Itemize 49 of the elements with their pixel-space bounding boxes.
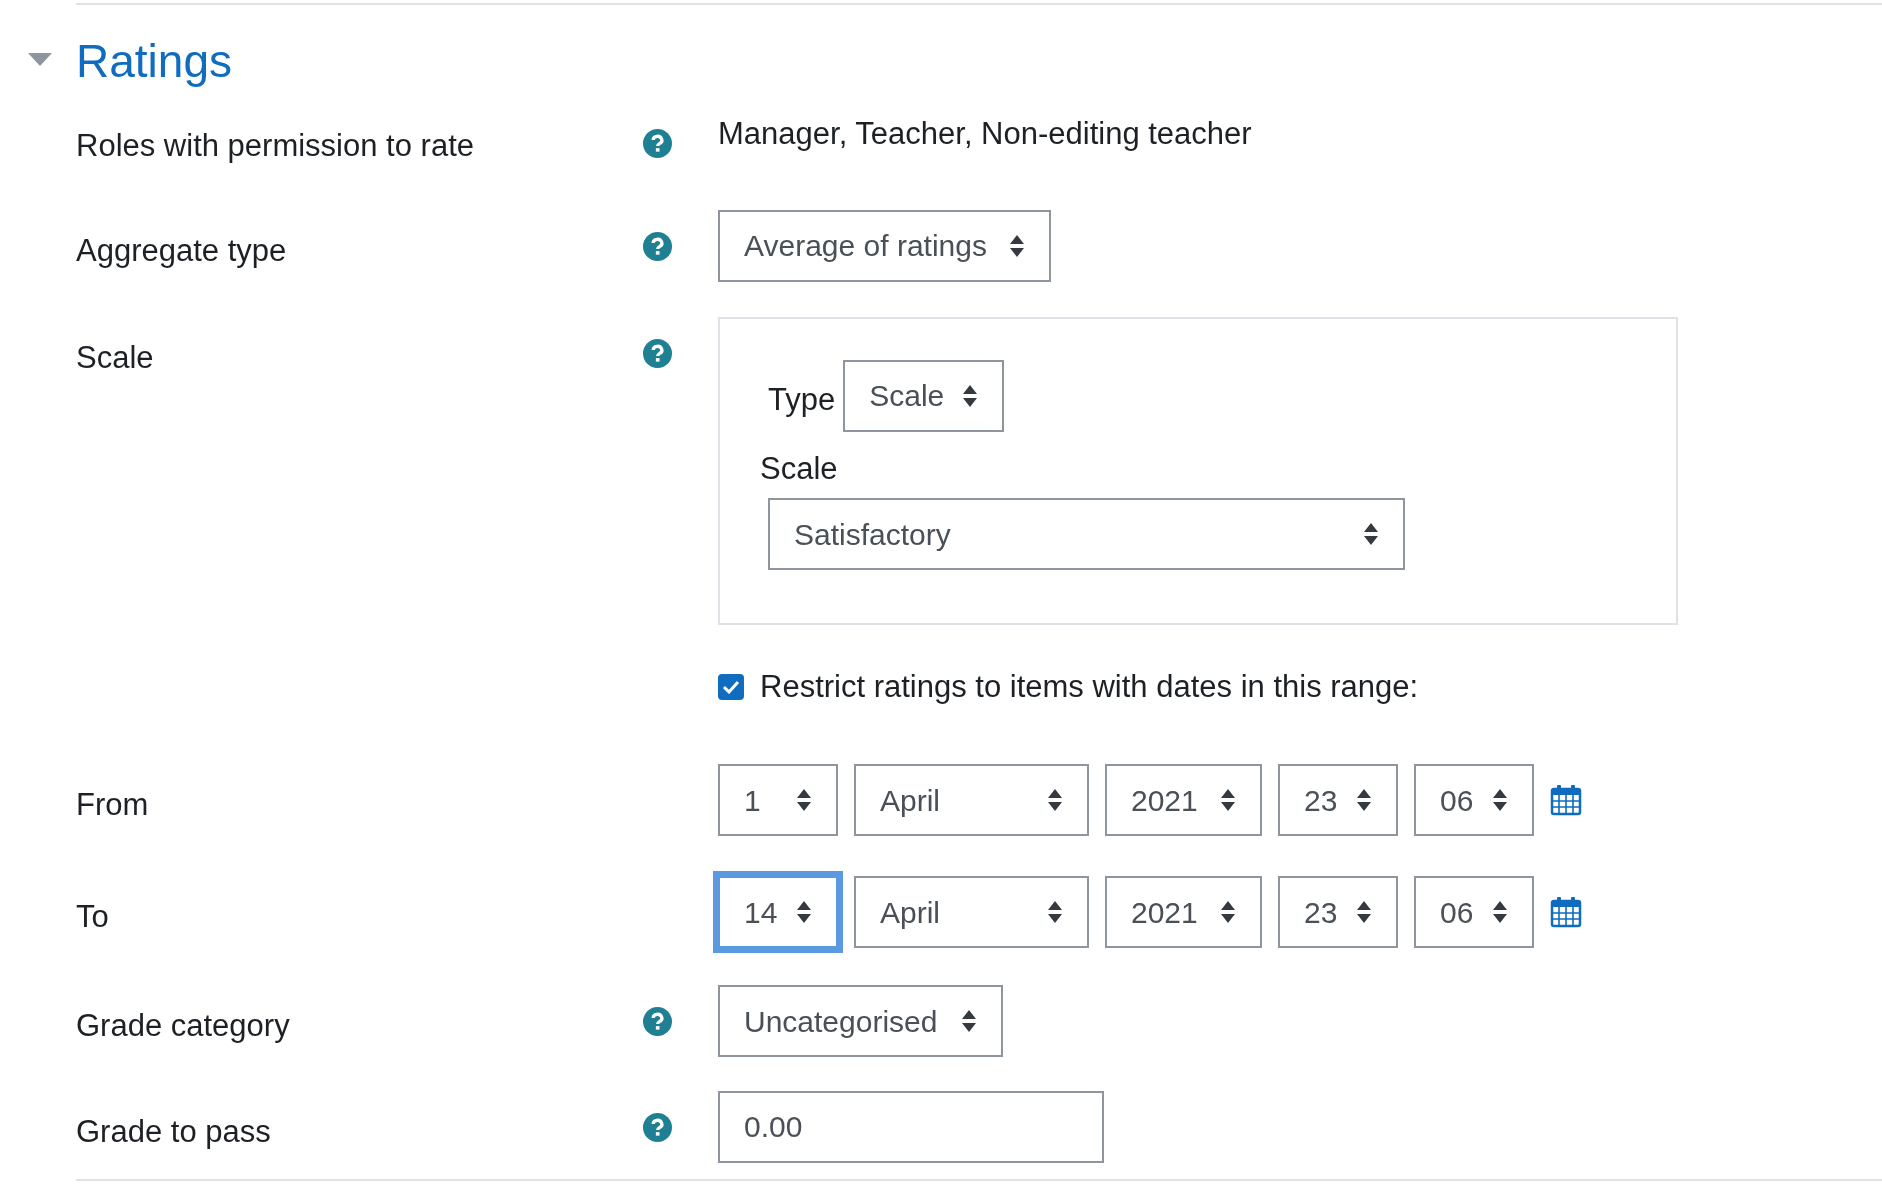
calendar-icon[interactable] [1550, 896, 1582, 928]
caret-icon [1009, 233, 1025, 258]
caret-icon [1356, 788, 1372, 812]
caret-icon [961, 1009, 977, 1033]
caret-icon [796, 788, 812, 812]
caret-icon [1220, 900, 1236, 924]
field-label: To [76, 899, 109, 934]
checkbox-label: Restrict ratings to items with dates in this range: [760, 667, 1419, 706]
caret-icon [1492, 788, 1508, 812]
field-label: Roles with permission to rate [76, 128, 474, 163]
select-field[interactable]: Uncategorised [718, 985, 1003, 1057]
select-field[interactable]: 06 [1414, 876, 1534, 948]
field-label: Grade category [76, 1008, 290, 1043]
select-field[interactable]: 06 [1414, 764, 1534, 836]
select-field[interactable]: 2021 [1105, 876, 1262, 948]
help-icon[interactable] [643, 231, 672, 261]
caret-icon [1047, 788, 1063, 812]
select-field[interactable]: April [854, 764, 1089, 836]
caret-icon [1492, 900, 1508, 924]
field-label: Type [768, 381, 836, 419]
help-icon[interactable] [643, 338, 672, 368]
help-icon[interactable] [643, 129, 672, 158]
text-input-field[interactable]: 0.00 [718, 1091, 1104, 1163]
select-field[interactable]: Average of ratings [718, 209, 1051, 282]
select-field[interactable]: Scale [843, 359, 1005, 432]
select-field[interactable]: April [854, 876, 1089, 948]
field-label: Scale [760, 450, 838, 486]
field-label: Aggregate type [76, 232, 287, 268]
caret-icon [962, 383, 979, 408]
field-label: From [76, 787, 149, 822]
checkmark-icon [722, 679, 740, 694]
select-field[interactable]: 2021 [1105, 764, 1262, 836]
caret-icon [1356, 900, 1372, 924]
select-field[interactable]: Satisfactory [768, 498, 1405, 570]
caret-icon [1220, 788, 1236, 812]
help-icon[interactable] [643, 1007, 672, 1036]
select-field[interactable]: 23 [1278, 876, 1398, 948]
field-label: Grade to pass [76, 1114, 271, 1149]
help-icon[interactable] [643, 1113, 672, 1142]
caret-icon [1047, 900, 1063, 924]
calendar-icon[interactable] [1550, 784, 1582, 816]
static-value: Manager, Teacher, Non-editing teacher [718, 116, 1252, 151]
select-field[interactable]: 23 [1278, 764, 1398, 836]
caret-icon [796, 900, 812, 924]
collapse-caret-icon[interactable] [28, 53, 52, 67]
checkbox[interactable] [718, 673, 744, 700]
caret-icon [1363, 522, 1379, 546]
select-field[interactable]: 1 [718, 764, 838, 836]
field-label: Scale [76, 339, 154, 375]
